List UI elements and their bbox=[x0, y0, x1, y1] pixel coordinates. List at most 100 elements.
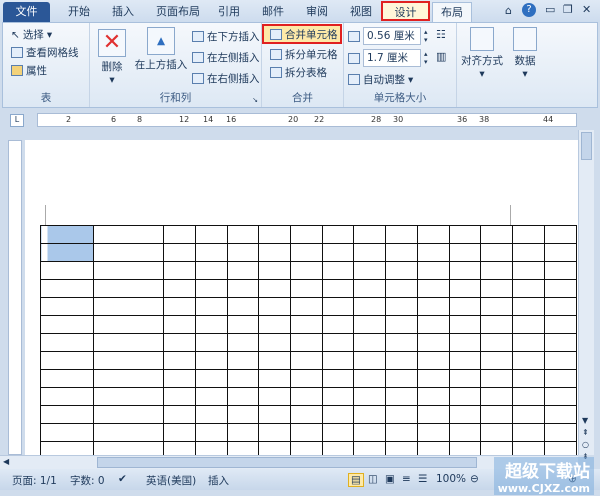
table-cell[interactable] bbox=[322, 315, 354, 334]
table-cell[interactable] bbox=[163, 333, 196, 352]
table-cell[interactable] bbox=[290, 261, 323, 280]
table-cell[interactable] bbox=[353, 225, 386, 244]
minimize-ribbon-icon[interactable]: ⌂ bbox=[505, 4, 512, 17]
tab-design[interactable]: 设计 bbox=[381, 1, 430, 21]
table-cell[interactable] bbox=[385, 243, 418, 262]
table-cell[interactable] bbox=[290, 315, 323, 334]
table-cell[interactable] bbox=[449, 279, 481, 298]
table-cell[interactable] bbox=[385, 225, 418, 244]
table-cell[interactable] bbox=[258, 387, 291, 406]
table-cell[interactable] bbox=[544, 297, 577, 316]
table-cell[interactable] bbox=[449, 369, 481, 388]
table-cell[interactable] bbox=[40, 405, 94, 424]
table-cell[interactable] bbox=[40, 387, 94, 406]
table-cell[interactable] bbox=[417, 261, 450, 280]
table-cell[interactable] bbox=[195, 423, 228, 442]
table-cell[interactable] bbox=[417, 297, 450, 316]
table-cell[interactable] bbox=[195, 333, 228, 352]
table-cell[interactable] bbox=[40, 333, 94, 352]
table-cell[interactable] bbox=[195, 405, 228, 424]
table-cell[interactable] bbox=[227, 261, 259, 280]
table-cell[interactable] bbox=[417, 333, 450, 352]
table-cell[interactable] bbox=[512, 387, 545, 406]
table-cell[interactable] bbox=[195, 441, 228, 455]
table-cell-selected[interactable] bbox=[40, 243, 94, 262]
split-cells-button[interactable]: 拆分单元格 bbox=[270, 47, 338, 62]
outline-icon[interactable]: ≡ bbox=[402, 473, 411, 485]
table-cell[interactable] bbox=[227, 369, 259, 388]
table-cell[interactable] bbox=[353, 405, 386, 424]
language[interactable]: 英语(美国) bbox=[146, 473, 196, 488]
tab-layout[interactable]: 布局 bbox=[432, 2, 472, 22]
view-gridlines-button[interactable]: 查看网格线 bbox=[11, 45, 79, 60]
table-cell[interactable] bbox=[353, 387, 386, 406]
table-cell[interactable] bbox=[93, 351, 164, 370]
table-cell[interactable] bbox=[385, 423, 418, 442]
table-cell[interactable] bbox=[93, 261, 164, 280]
table-cell[interactable] bbox=[385, 405, 418, 424]
scroll-thumb[interactable] bbox=[97, 457, 477, 468]
dialog-launcher-icon[interactable]: ↘ bbox=[252, 96, 258, 104]
table-cell[interactable] bbox=[93, 387, 164, 406]
table-cell[interactable] bbox=[195, 351, 228, 370]
table-cell[interactable] bbox=[512, 333, 545, 352]
table-cell[interactable] bbox=[258, 315, 291, 334]
table-cell[interactable] bbox=[512, 297, 545, 316]
table-cell[interactable] bbox=[449, 387, 481, 406]
table-cell[interactable] bbox=[449, 351, 481, 370]
table-cell[interactable] bbox=[512, 351, 545, 370]
table-cell[interactable] bbox=[385, 387, 418, 406]
table-cell[interactable] bbox=[385, 351, 418, 370]
row-height-field[interactable]: 0.56 厘米 ▴ ▾ bbox=[348, 27, 428, 45]
table-cell[interactable] bbox=[385, 315, 418, 334]
table-cell[interactable] bbox=[449, 441, 481, 455]
table-cell[interactable] bbox=[227, 279, 259, 298]
table-cell[interactable] bbox=[290, 279, 323, 298]
table-cell[interactable] bbox=[290, 225, 323, 244]
table-cell[interactable] bbox=[353, 333, 386, 352]
horizontal-ruler[interactable]: L 2 6 8 12 14 16 20 22 28 30 36 38 44 bbox=[0, 110, 600, 130]
table-cell[interactable] bbox=[163, 369, 196, 388]
scroll-left-icon[interactable]: ◀ bbox=[3, 457, 9, 466]
table-cell[interactable] bbox=[449, 405, 481, 424]
web-layout-icon[interactable]: ▣ bbox=[385, 473, 395, 485]
insert-below-button[interactable]: 在下方插入 bbox=[192, 29, 260, 44]
table-cell[interactable] bbox=[290, 405, 323, 424]
table-cell[interactable] bbox=[93, 243, 164, 262]
properties-button[interactable]: 属性 bbox=[11, 63, 47, 78]
autofit-button[interactable]: 自动调整 ▾ bbox=[348, 72, 413, 87]
table-cell[interactable] bbox=[258, 441, 291, 455]
delete-button[interactable]: ✕ 删除 ▾ bbox=[94, 29, 130, 86]
table-cell[interactable] bbox=[195, 225, 228, 244]
tab-mailings[interactable]: 邮件 bbox=[256, 2, 290, 22]
table-cell[interactable] bbox=[512, 441, 545, 455]
table-cell[interactable] bbox=[195, 315, 228, 334]
table-cell[interactable] bbox=[322, 423, 354, 442]
table-cell[interactable] bbox=[40, 423, 94, 442]
column-width-input[interactable]: 1.7 厘米 bbox=[363, 49, 421, 67]
table-cell[interactable] bbox=[195, 243, 228, 262]
table-cell[interactable] bbox=[512, 315, 545, 334]
table-cell[interactable] bbox=[40, 369, 94, 388]
table-cell[interactable] bbox=[163, 243, 196, 262]
distribute-columns-icon[interactable]: ▥ bbox=[436, 50, 446, 63]
table-cell[interactable] bbox=[480, 441, 513, 455]
table-cell[interactable] bbox=[227, 441, 259, 455]
tab-review[interactable]: 审阅 bbox=[300, 2, 334, 22]
table-cell[interactable] bbox=[227, 315, 259, 334]
table-cell[interactable] bbox=[544, 243, 577, 262]
table-cell[interactable] bbox=[385, 261, 418, 280]
table-cell[interactable] bbox=[93, 315, 164, 334]
table-cell[interactable] bbox=[322, 297, 354, 316]
table-cell[interactable] bbox=[163, 351, 196, 370]
table-cell[interactable] bbox=[290, 387, 323, 406]
table-cell[interactable] bbox=[322, 441, 354, 455]
table-cell[interactable] bbox=[163, 315, 196, 334]
table-cell[interactable] bbox=[353, 279, 386, 298]
table-cell[interactable] bbox=[480, 405, 513, 424]
table-cell[interactable] bbox=[93, 297, 164, 316]
table-cell[interactable] bbox=[195, 261, 228, 280]
table-cell[interactable] bbox=[40, 351, 94, 370]
alignment-button[interactable]: 对齐方式 ▾ bbox=[459, 27, 505, 80]
table-cell[interactable] bbox=[258, 333, 291, 352]
